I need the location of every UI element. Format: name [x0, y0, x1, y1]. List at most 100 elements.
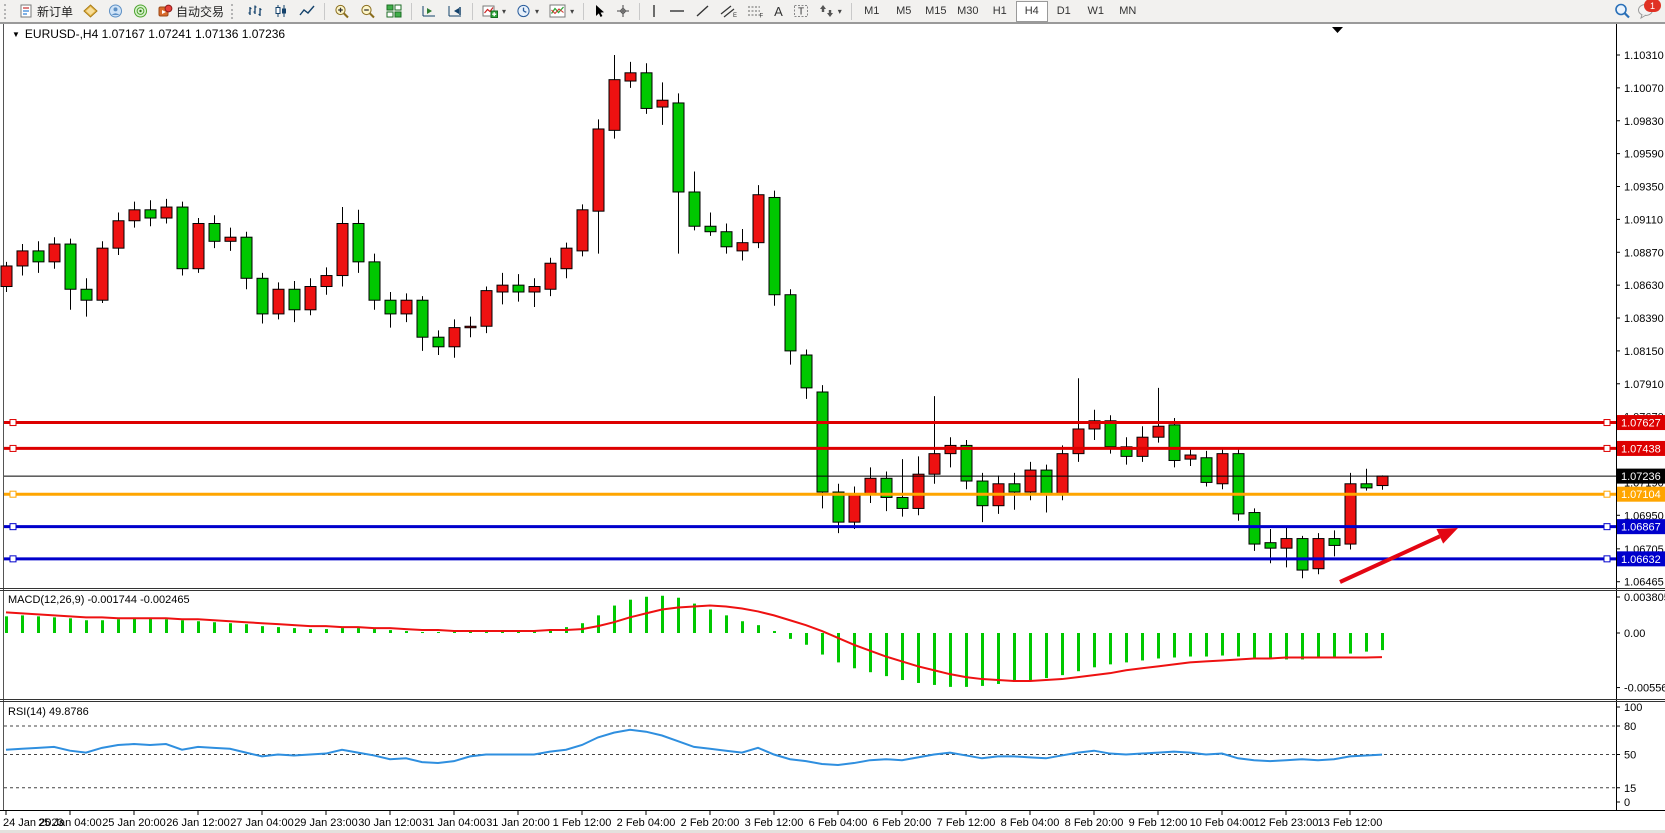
- auto-trading-button[interactable]: 自动交易: [153, 1, 229, 22]
- tf-button-W1[interactable]: W1: [1080, 1, 1112, 22]
- tf-button-MN[interactable]: MN: [1112, 1, 1144, 22]
- tf-button-M1[interactable]: M1: [856, 1, 888, 22]
- svg-text:25 Jan 04:00: 25 Jan 04:00: [38, 817, 102, 829]
- auto-scroll-button[interactable]: [442, 1, 468, 22]
- svg-text:1.07236: 1.07236: [1621, 471, 1661, 483]
- tf-button-M30[interactable]: M30: [952, 1, 984, 22]
- candle-body: [17, 251, 28, 266]
- auto-scroll-icon: [447, 4, 463, 18]
- search-button[interactable]: [1614, 3, 1631, 19]
- hline-handle[interactable]: [10, 491, 16, 497]
- level-lines: [4, 420, 1616, 562]
- hline-handle[interactable]: [1604, 556, 1610, 562]
- svg-text:1.08870: 1.08870: [1624, 247, 1664, 259]
- notifications-button[interactable]: 1: [1637, 3, 1655, 19]
- tf-button-M5[interactable]: M5: [888, 1, 920, 22]
- toolbar-grip[interactable]: [4, 4, 11, 19]
- svg-text:1.08150: 1.08150: [1624, 346, 1664, 358]
- hline-handle[interactable]: [1604, 420, 1610, 426]
- time-axis: 24 Jan 202325 Jan 04:0025 Jan 20:0026 Ja…: [3, 811, 1382, 829]
- svg-text:12 Feb 23:00: 12 Feb 23:00: [1254, 817, 1319, 829]
- tile-windows-button[interactable]: [381, 1, 407, 22]
- clock-icon: [516, 4, 531, 18]
- horizontal-line-tool-button[interactable]: [664, 1, 690, 22]
- auto-trading-icon: [158, 4, 173, 18]
- hline-handle[interactable]: [1604, 445, 1610, 451]
- chart-dropdown-marker-icon[interactable]: [1332, 27, 1343, 33]
- new-order-button[interactable]: 新订单: [15, 1, 78, 22]
- tf-button-H1[interactable]: H1: [984, 1, 1016, 22]
- auto-trading-label: 自动交易: [176, 3, 224, 20]
- new-chart-icon: [482, 4, 498, 18]
- tf-button-M15[interactable]: M15: [920, 1, 952, 22]
- candle-body: [785, 295, 796, 351]
- zoom-out-button[interactable]: [355, 1, 381, 22]
- candle-body: [33, 251, 44, 262]
- candle-body: [97, 248, 108, 300]
- fibonacci-tool-button[interactable]: F: [742, 1, 769, 22]
- hline-handle[interactable]: [10, 524, 16, 530]
- trendline-tool-button[interactable]: [690, 1, 715, 22]
- candle-body: [1009, 484, 1020, 492]
- indicators-button[interactable]: ▾: [544, 1, 579, 22]
- hline-handle[interactable]: [10, 445, 16, 451]
- profile-icon: [108, 4, 123, 18]
- text-tool-button[interactable]: A: [769, 1, 788, 22]
- svg-text:F: F: [760, 14, 764, 19]
- chart-symbol-title[interactable]: ▼ EURUSD-,H4 1.07167 1.07241 1.07136 1.0…: [12, 27, 285, 41]
- svg-text:1.07438: 1.07438: [1621, 443, 1661, 455]
- vertical-line-tool-button[interactable]: [644, 1, 664, 22]
- candle-body: [241, 237, 252, 278]
- hline-handle[interactable]: [10, 556, 16, 562]
- text-label-tool-button[interactable]: T: [788, 1, 814, 22]
- chart-shift-button[interactable]: [416, 1, 442, 22]
- hline-handle[interactable]: [10, 420, 16, 426]
- svg-text:1.09350: 1.09350: [1624, 182, 1664, 194]
- candle-body: [593, 129, 604, 211]
- candle-body: [1281, 539, 1292, 549]
- profile-button[interactable]: [103, 1, 128, 22]
- crosshair-tool-button[interactable]: [611, 1, 635, 22]
- signals-button[interactable]: [128, 1, 153, 22]
- macd-panel: 0.0038050.00-0.005569: [6, 592, 1665, 695]
- new-chart-button[interactable]: ▾: [477, 1, 511, 22]
- svg-text:0: 0: [1624, 797, 1630, 809]
- hline-handle[interactable]: [1604, 524, 1610, 530]
- tf-button-D1[interactable]: D1: [1048, 1, 1080, 22]
- new-order-label: 新订单: [37, 3, 73, 20]
- toolbar-grip[interactable]: [231, 4, 238, 19]
- line-chart-icon: [299, 4, 315, 18]
- arrow-objects-button[interactable]: ▾: [814, 1, 847, 22]
- crosshair-icon: [616, 4, 630, 18]
- candle-body: [1233, 454, 1244, 514]
- arrow-objects-icon: [819, 4, 834, 18]
- candle-body: [689, 192, 700, 226]
- tf-button-H4[interactable]: H4: [1016, 1, 1048, 22]
- hline-handle[interactable]: [1604, 491, 1610, 497]
- bar-chart-type-button[interactable]: [242, 1, 268, 22]
- chart-canvas[interactable]: 1.103101.100701.098301.095901.093501.091…: [0, 0, 1665, 833]
- zoom-in-button[interactable]: [329, 1, 355, 22]
- candle-body: [385, 300, 396, 314]
- candlestick-type-button[interactable]: [268, 1, 294, 22]
- svg-text:26 Jan 12:00: 26 Jan 12:00: [166, 817, 230, 829]
- candle-body: [529, 287, 540, 292]
- svg-text:8 Feb 04:00: 8 Feb 04:00: [1001, 817, 1060, 829]
- rsi-line: [6, 730, 1382, 765]
- svg-text:100: 100: [1624, 702, 1642, 714]
- candle-body: [545, 263, 556, 289]
- candle-body: [49, 244, 60, 262]
- equidistant-channel-tool-button[interactable]: E: [715, 1, 742, 22]
- candle-body: [465, 326, 476, 328]
- chevron-down-icon: ▾: [838, 7, 842, 16]
- cursor-tool-button[interactable]: [588, 1, 611, 22]
- svg-text:1.10310: 1.10310: [1624, 50, 1664, 62]
- svg-text:0.003805: 0.003805: [1624, 592, 1665, 604]
- metaquotes-button[interactable]: [78, 1, 103, 22]
- periods-button[interactable]: ▾: [511, 1, 544, 22]
- chevron-down-icon: ▾: [570, 7, 574, 16]
- indicators-icon: [549, 4, 566, 18]
- new-order-icon: [20, 4, 34, 18]
- line-chart-type-button[interactable]: [294, 1, 320, 22]
- trend-arrow-annotation[interactable]: [1340, 528, 1458, 582]
